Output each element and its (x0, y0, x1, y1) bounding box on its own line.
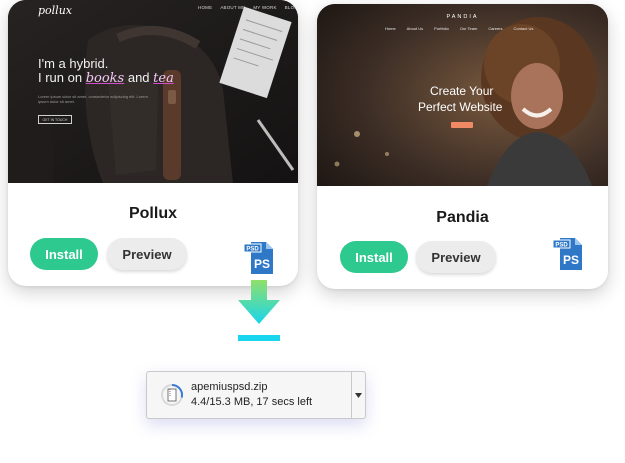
pandia-nav: Home About Us Portfolio Our Team Careers… (385, 26, 533, 31)
template-thumbnail-pollux[interactable]: pollux HOME ABOUT ME MY WORK BLOG I'm a … (8, 0, 298, 183)
chevron-down-icon (355, 392, 362, 398)
pollux-headline-2: I run on books and tea (38, 70, 174, 86)
pandia-cta (451, 122, 473, 128)
pandia-nav-item: Our Team (459, 26, 478, 31)
template-card-pollux: pollux HOME ABOUT ME MY WORK BLOG I'm a … (8, 0, 298, 286)
pollux-headline-1: I'm a hybrid. (38, 56, 109, 71)
download-status: 4.4/15.3 MB, 17 secs left (191, 396, 313, 408)
psd-file-icon: PSD PS (552, 236, 583, 272)
pollux-cta: GET IN TOUCH (38, 115, 72, 124)
pollux-headline-books: books (85, 71, 125, 86)
download-item[interactable]: apemiuspsd.zip 4.4/15.3 MB, 17 secs left (146, 371, 366, 419)
download-arrow-icon (236, 278, 282, 344)
preview-button[interactable]: Preview (416, 241, 496, 273)
install-button[interactable]: Install (340, 241, 408, 273)
pandia-nav-item: Home (385, 26, 396, 31)
preview-button[interactable]: Preview (107, 238, 187, 270)
card-title: Pandia (436, 209, 489, 226)
pollux-nav: HOME ABOUT ME MY WORK BLOG (198, 5, 298, 10)
pollux-body-text: Lorem ipsum dolor sit amet, consectetur … (38, 94, 148, 104)
psd-file-icon: PSD PS (243, 240, 274, 276)
ps-label: PS (563, 253, 579, 267)
pollux-nav-item: HOME (198, 5, 213, 10)
psd-badge-text: PSD (246, 246, 259, 252)
pollux-headline-mid: and (124, 70, 154, 85)
template-thumbnail-pandia[interactable]: PANDIA Home About Us Portfolio Our Team … (317, 4, 608, 186)
pandia-nav-item: Portfolio (434, 26, 449, 31)
ps-label: PS (254, 257, 270, 271)
pandia-headline-2: Perfect Website (418, 100, 503, 114)
pandia-headline-1: Create Your (430, 84, 494, 98)
pollux-photo (8, 0, 298, 183)
pandia-nav-item: Contact Us (513, 26, 534, 31)
pollux-nav-item: BLOG (284, 5, 298, 10)
card-title: Pollux (128, 205, 177, 222)
pollux-nav-item: ABOUT ME (220, 5, 246, 10)
pollux-nav-item: MY WORK (253, 5, 277, 10)
pollux-headline-tea: tea (153, 71, 174, 86)
download-menu-button[interactable] (352, 372, 365, 418)
download-progress-icon (160, 383, 184, 407)
pandia-nav-item: Careers (488, 26, 503, 31)
psd-badge-text: PSD (555, 242, 568, 248)
install-button[interactable]: Install (30, 238, 98, 270)
pandia-nav-item: About Us (406, 26, 424, 31)
template-card-pandia: PANDIA Home About Us Portfolio Our Team … (317, 4, 608, 289)
download-filename: apemiuspsd.zip (191, 381, 268, 393)
pollux-logo: pollux (38, 4, 72, 17)
pollux-headline-prefix: I run on (38, 70, 86, 85)
pandia-brand: PANDIA (446, 14, 479, 20)
